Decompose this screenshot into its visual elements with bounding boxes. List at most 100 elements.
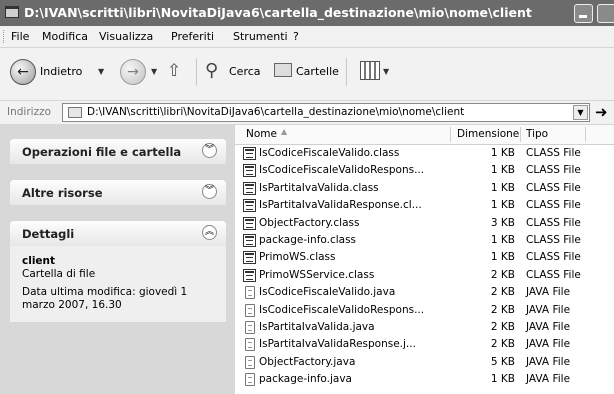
- file-name[interactable]: IsCodiceFiscaleValidoRespons...: [259, 304, 457, 316]
- file-list[interactable]: Nome ▲ Dimensione Tipo IsCodiceFiscaleVa…: [235, 125, 614, 394]
- details-modified: Data ultima modifica: giovedì 1 marzo 20…: [22, 286, 188, 311]
- file-name[interactable]: IsPartitaIvaValidaResponse.cl...: [259, 199, 457, 211]
- file-size: 2 KB: [490, 268, 515, 281]
- file-name[interactable]: package-info.class: [259, 234, 457, 246]
- search-button-label[interactable]: Cerca: [229, 65, 261, 78]
- file-name[interactable]: IsCodiceFiscaleValido.class: [259, 147, 457, 159]
- forward-dropdown-icon[interactable]: ▼: [151, 67, 157, 76]
- file-row[interactable]: IsCodiceFiscaleValidoRespons... 1 KB CLASS…: [235, 163, 614, 178]
- file-name[interactable]: PrimoWSService.class: [259, 269, 457, 281]
- column-type[interactable]: Tipo: [526, 128, 548, 140]
- column-name[interactable]: Nome: [246, 128, 277, 140]
- address-input[interactable]: D:\IVAN\scritti\libri\NovitaDiJava6\cart…: [62, 103, 590, 122]
- file-row[interactable]: package-info.class 1 KB CLASS File: [235, 233, 614, 248]
- forward-arrow-icon[interactable]: →: [120, 59, 146, 85]
- file-row[interactable]: IsCodiceFiscaleValidoRespons... 2 KB JAVA …: [235, 303, 614, 318]
- file-row[interactable]: package-info.java 1 KB JAVA File: [235, 372, 614, 387]
- file-name[interactable]: IsPartitaIvaValidaResponse.j...: [259, 338, 457, 350]
- views-icon[interactable]: [360, 61, 380, 80]
- column-size[interactable]: Dimensione: [457, 128, 519, 140]
- file-size: 1 KB: [490, 251, 515, 264]
- back-dropdown-icon[interactable]: ▼: [98, 67, 104, 76]
- views-dropdown-icon[interactable]: ▼: [383, 67, 389, 76]
- menu-strumenti[interactable]: Strumenti: [233, 30, 288, 43]
- folder-icon: [5, 6, 19, 18]
- back-arrow-icon[interactable]: ←: [10, 59, 36, 85]
- chevron-up-icon[interactable]: ︽: [202, 225, 217, 240]
- search-icon[interactable]: ⚲: [205, 60, 225, 82]
- panel-details[interactable]: Dettagli ︽ client Cartella di file Data …: [10, 221, 226, 322]
- file-size: 1 KB: [490, 164, 515, 177]
- back-button-label[interactable]: Indietro: [40, 65, 82, 78]
- menu-bar: File Modifica Visualizza Preferiti Strum…: [0, 26, 614, 48]
- panel-title[interactable]: Operazioni file e cartella: [22, 145, 181, 159]
- file-row[interactable]: IsPartitaIvaValida.java 2 KB JAVA File: [235, 320, 614, 335]
- file-row[interactable]: PrimoWSService.class 2 KB CLASS File: [235, 268, 614, 283]
- file-row[interactable]: IsCodiceFiscaleValido.java 2 KB JAVA File: [235, 285, 614, 300]
- file-name[interactable]: IsPartitaIvaValida.java: [259, 321, 457, 333]
- chevron-down-icon[interactable]: ︾: [202, 184, 217, 199]
- up-folder-icon[interactable]: ⇧: [167, 60, 189, 82]
- file-name[interactable]: IsCodiceFiscaleValido.java: [259, 286, 457, 298]
- task-pane: Operazioni file e cartella ︾ Altre risor…: [0, 125, 235, 394]
- menu-grip: [3, 30, 6, 43]
- maximize-button[interactable]: [597, 4, 614, 23]
- menu-modifica[interactable]: Modifica: [42, 30, 88, 43]
- address-label: Indirizzo: [7, 106, 52, 118]
- file-row[interactable]: ObjectFactory.java 5 KB JAVA File: [235, 355, 614, 370]
- file-name[interactable]: package-info.java: [259, 373, 457, 385]
- panel-title[interactable]: Dettagli: [22, 227, 74, 241]
- java-file-icon: [245, 321, 255, 334]
- menu-file[interactable]: File: [11, 30, 29, 43]
- file-row[interactable]: IsPartitaIvaValidaResponse.cl... 1 KB CLAS…: [235, 198, 614, 213]
- details-body: client Cartella di file Data ultima modi…: [10, 246, 226, 322]
- file-type: JAVA File: [526, 286, 571, 299]
- class-file-icon: [243, 147, 256, 160]
- sort-ascending-icon: ▲: [281, 127, 288, 136]
- column-divider[interactable]: [520, 127, 521, 142]
- menu-help[interactable]: ?: [293, 30, 299, 43]
- file-type: JAVA File: [526, 338, 571, 351]
- class-file-icon: [243, 181, 256, 195]
- class-file-icon: [243, 268, 256, 282]
- folders-icon[interactable]: [274, 63, 292, 77]
- panel-other-places[interactable]: Altre risorse ︾: [10, 180, 226, 205]
- menu-visualizza[interactable]: Visualizza: [99, 30, 153, 43]
- file-name[interactable]: PrimoWS.class: [259, 251, 457, 263]
- java-file-icon: [245, 373, 255, 387]
- class-file-icon: [243, 199, 256, 213]
- file-type: CLASS File: [526, 234, 581, 246]
- file-row[interactable]: ObjectFactory.class 3 KB CLASS File: [235, 216, 614, 231]
- address-value[interactable]: D:\IVAN\scritti\libri\NovitaDiJava6\cart…: [87, 106, 464, 118]
- panel-title[interactable]: Altre risorse: [22, 186, 103, 200]
- file-name[interactable]: IsCodiceFiscaleValidoRespons...: [259, 164, 457, 176]
- file-row[interactable]: IsPartitaIvaValidaResponse.j... 2 KB JAVA …: [235, 337, 614, 352]
- chevron-down-icon[interactable]: ︾: [202, 143, 217, 158]
- panel-header[interactable]: Altre risorse ︾: [10, 180, 226, 205]
- menu-preferiti[interactable]: Preferiti: [171, 30, 214, 43]
- file-type: CLASS File: [526, 268, 581, 281]
- go-arrow-icon[interactable]: ➜: [595, 105, 608, 120]
- column-divider[interactable]: [585, 127, 586, 142]
- file-name[interactable]: ObjectFactory.class: [259, 217, 457, 229]
- title-bar[interactable]: D:\IVAN\scritti\libri\NovitaDiJava6\cart…: [0, 0, 614, 26]
- file-row[interactable]: PrimoWS.class 1 KB CLASS File: [235, 250, 614, 265]
- address-dropdown-icon[interactable]: ▼: [573, 105, 588, 120]
- panel-file-folder-tasks[interactable]: Operazioni file e cartella ︾: [10, 139, 226, 164]
- file-type: JAVA File: [526, 355, 571, 368]
- minimize-button[interactable]: [574, 4, 593, 23]
- panel-header[interactable]: Operazioni file e cartella ︾: [10, 139, 226, 164]
- window-title: D:\IVAN\scritti\libri\NovitaDiJava6\cart…: [24, 5, 532, 20]
- folders-button-label[interactable]: Cartelle: [296, 65, 339, 78]
- file-type: CLASS File: [526, 199, 581, 212]
- file-name[interactable]: ObjectFactory.java: [259, 356, 457, 368]
- file-type: CLASS File: [526, 147, 581, 159]
- file-row[interactable]: IsCodiceFiscaleValido.class 1 KB CLASS Fil…: [235, 146, 614, 161]
- column-divider[interactable]: [450, 127, 451, 142]
- file-name[interactable]: IsPartitaIvaValida.class: [259, 182, 457, 194]
- file-row[interactable]: IsPartitaIvaValida.class 1 KB CLASS File: [235, 181, 614, 196]
- file-size: 1 KB: [490, 234, 515, 246]
- panel-header[interactable]: Dettagli ︽: [10, 221, 226, 246]
- file-size: 5 KB: [490, 355, 515, 368]
- file-type: JAVA File: [526, 321, 571, 333]
